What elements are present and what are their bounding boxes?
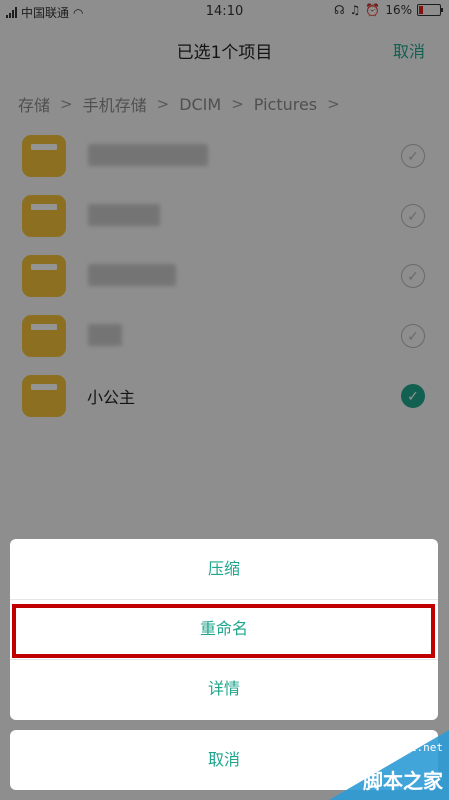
watermark-url: jb51.net <box>390 741 443 754</box>
details-button[interactable]: 详情 <box>10 659 438 719</box>
file-manager-screen: 中国联通 ◠ 14:10 ☊ ♫ ⏰ 16% 已选1个项目 取消 存储 > 手机… <box>0 0 449 800</box>
compress-button[interactable]: 压缩 <box>10 539 438 599</box>
rename-highlight-box <box>12 604 435 658</box>
watermark-name: 脚本之家 <box>363 769 443 793</box>
